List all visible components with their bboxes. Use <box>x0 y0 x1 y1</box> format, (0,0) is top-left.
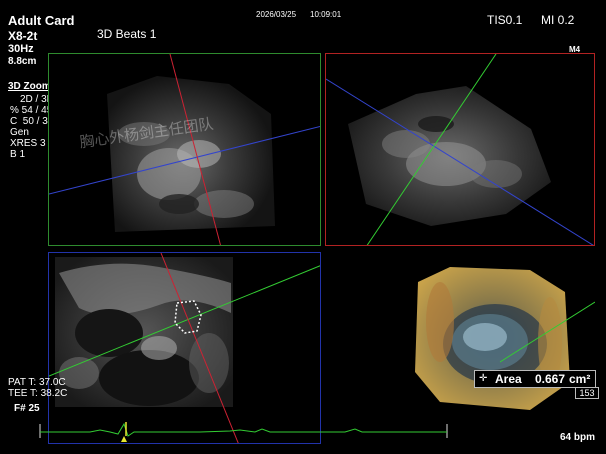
probe-label: X8-2t <box>8 29 38 43</box>
area-measurement: ✛ Area 0.667 cm² <box>474 370 596 388</box>
zoom-line-xres: XRES 3 <box>10 138 46 149</box>
mi-label: MI 0.2 <box>541 13 575 27</box>
ecg-trace <box>39 422 448 442</box>
ecg-waveform <box>40 422 447 437</box>
frame-rate-label: 30Hz <box>8 43 34 55</box>
measure-badge: 153 <box>575 387 599 399</box>
zoom-line-gain: % 54 / 45 <box>10 105 53 116</box>
plane-view-a[interactable]: 胸心外杨剑主任团队 <box>48 53 321 246</box>
time-label: 10:09:01 <box>310 10 342 19</box>
plane-view-b[interactable] <box>325 53 595 246</box>
patient-temp: PAT T: 37.0C <box>8 377 66 388</box>
crosshair-icon: ✛ <box>479 373 488 384</box>
area-value: 0.667 <box>535 372 566 386</box>
plane-view-c[interactable] <box>48 252 321 444</box>
heart-rate: 64 bpm <box>560 432 596 443</box>
preset-label: Adult Card <box>8 13 75 28</box>
zoom-line-compress: C 50 / 34 <box>10 116 54 127</box>
zoom-title: 3D Zoom <box>8 81 51 92</box>
ecg-marker-icon <box>121 436 127 442</box>
volume-render[interactable] <box>410 262 595 412</box>
tis-label: TIS0.1 <box>487 13 523 27</box>
zoom-line-b: B 1 <box>10 149 26 160</box>
plane-view-c-image <box>49 253 320 443</box>
area-label: Area <box>495 372 522 386</box>
date-label: 2026/03/25 <box>256 10 297 19</box>
area-unit: cm² <box>569 372 591 386</box>
tee-temp: TEE T: 38.2C <box>8 388 68 399</box>
frame-number: F# 25 <box>14 403 40 414</box>
mode-label: 3D Beats 1 <box>97 27 157 41</box>
depth-label: 8.8cm <box>8 56 37 67</box>
zoom-line-gen: Gen <box>10 127 29 138</box>
plane-view-b-image <box>326 54 594 245</box>
